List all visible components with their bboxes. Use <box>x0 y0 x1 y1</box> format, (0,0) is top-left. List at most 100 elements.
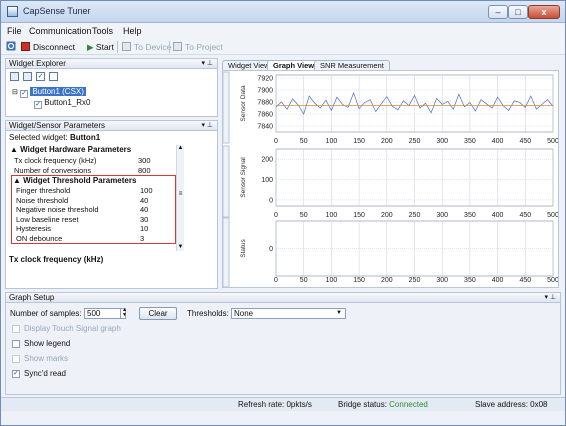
pin-icon[interactable]: ▾ ⊥ <box>201 59 213 68</box>
bridge-status-label: Bridge status: <box>338 400 387 409</box>
window-title: CapSense Tuner <box>23 6 91 16</box>
scroll-down-icon[interactable]: ▼ <box>177 244 184 250</box>
syncd-read-checkbox[interactable]: ✓ <box>12 370 20 378</box>
chart-side-strip[interactable] <box>222 145 230 218</box>
graph-setup-title: Graph Setup <box>9 293 55 302</box>
pin-icon[interactable]: ▾ ⊥ <box>544 293 556 302</box>
y-tick-label: 7900 <box>257 88 273 95</box>
display-touch-checkbox[interactable] <box>12 325 20 333</box>
toolbar-separator <box>117 41 118 53</box>
maximize-button[interactable]: □ <box>508 5 528 19</box>
menu-tools[interactable]: Tools <box>92 26 113 36</box>
x-tick-label: 150 <box>353 277 365 284</box>
property-value[interactable]: 40 <box>140 196 148 206</box>
property-row[interactable]: Noise threshold 40 <box>12 196 175 206</box>
property-grid-scrollbar[interactable]: ▲ ≡ ▼ <box>176 145 184 251</box>
chart-side-strip[interactable] <box>222 71 230 144</box>
uncheck-all-icon[interactable] <box>49 72 58 81</box>
to-project-button[interactable]: To Project <box>173 41 223 53</box>
chart-side-strip[interactable] <box>222 217 230 288</box>
widget-explorer-header: Widget Explorer ▾ ⊥ <box>5 58 218 69</box>
widget-explorer-panel: ✓ ⊟ ✓ Button1 (CSX) ✓ Button1_Rx0 <box>5 69 218 117</box>
expand-all-icon[interactable] <box>10 72 19 81</box>
chart-1: 0 50 100 150 200 250 300 350 400 450 500 0 100 200 Sen… <box>222 145 559 219</box>
show-marks-label: Show marks <box>24 354 69 363</box>
start-button[interactable]: ▶ Start <box>87 41 114 53</box>
display-touch-label: Display Touch Signal graph <box>24 324 121 333</box>
property-row[interactable]: Hysteresis 10 <box>12 224 175 234</box>
property-row[interactable]: Low baseline reset 30 <box>12 215 175 225</box>
show-marks-checkbox[interactable] <box>12 355 20 363</box>
to-device-button[interactable]: To Device <box>122 41 171 53</box>
x-tick-label: 0 <box>274 138 278 145</box>
x-tick-label: 0 <box>274 277 278 284</box>
thresholds-select[interactable]: None ▼ <box>231 308 346 319</box>
property-row[interactable]: Finger threshold 100 <box>12 186 175 196</box>
pin-icon[interactable]: ▾ ⊥ <box>201 121 213 130</box>
property-value[interactable]: 3 <box>140 234 144 244</box>
property-row[interactable]: Tx clock frequency (kHz) 300 <box>10 156 176 166</box>
menu-communication[interactable]: Communication <box>29 26 92 36</box>
property-name: Tx clock frequency (kHz) <box>14 156 97 165</box>
x-tick-label: 300 <box>436 212 448 219</box>
selected-widget-label: Selected widget: <box>9 133 68 142</box>
close-button[interactable]: x <box>528 5 560 19</box>
property-value[interactable]: 10 <box>140 224 148 234</box>
tree-item-button1[interactable]: ⊟ ✓ Button1 (CSX) <box>12 87 86 98</box>
x-tick-label: 200 <box>381 212 393 219</box>
thr-group-header[interactable]: ▲ Widget Threshold Parameters <box>12 176 175 186</box>
tab-snr-measurement[interactable]: SNR Measurement <box>314 60 390 70</box>
tree-checkbox[interactable]: ✓ <box>34 101 42 109</box>
property-value[interactable]: 30 <box>140 215 148 225</box>
property-row[interactable]: Negative noise threshold 40 <box>12 205 175 215</box>
scroll-up-icon[interactable]: ▲ <box>177 145 184 151</box>
x-tick-label: 100 <box>326 277 338 284</box>
thr-rows: Finger threshold 100 Noise threshold 40 Nega… <box>12 186 175 243</box>
tree-collapse-icon[interactable]: ⊟ <box>12 89 18 96</box>
tree-item-button1-rx0[interactable]: ✓ Button1_Rx0 <box>34 98 91 109</box>
x-tick-label: 50 <box>300 212 308 219</box>
graph-view-panel: 0 50 100 150 200 250 300 350 400 450 500 7840 7860 78… <box>222 70 559 288</box>
property-value[interactable]: 100 <box>140 186 153 196</box>
clear-button[interactable]: Clear <box>139 307 177 320</box>
refresh-icon[interactable] <box>6 41 16 53</box>
stop-icon <box>21 42 30 51</box>
property-name: Low baseline reset <box>16 214 79 224</box>
tab-graph-view[interactable]: Graph View <box>267 60 321 70</box>
menu-file[interactable]: File <box>7 26 22 36</box>
samples-label: Number of samples: <box>10 309 82 318</box>
property-value[interactable]: 40 <box>140 205 148 215</box>
x-tick-label: 500 <box>547 138 558 145</box>
x-tick-label: 100 <box>326 138 338 145</box>
x-tick-label: 0 <box>274 212 278 219</box>
property-value[interactable]: 300 <box>138 156 151 166</box>
menu-help[interactable]: Help <box>123 26 142 36</box>
property-name: Noise threshold <box>16 195 69 205</box>
y-axis-label: Sensor Data <box>240 85 247 122</box>
x-tick-label: 100 <box>326 212 338 219</box>
refresh-rate: Refresh rate: 0pkts/s <box>238 400 312 409</box>
scroll-thumb[interactable]: ≡ <box>177 191 184 197</box>
widget-explorer-title: Widget Explorer <box>9 59 66 68</box>
property-value[interactable]: 800 <box>138 166 151 176</box>
chart-0: 0 50 100 150 200 250 300 350 400 450 500 7840 7860 78… <box>222 71 559 145</box>
property-row[interactable]: ON debounce 3 <box>12 234 175 244</box>
x-tick-label: 150 <box>353 138 365 145</box>
samples-spinner-icon[interactable]: ▲ ▼ <box>120 308 128 319</box>
params-title: Widget/Sensor Parameters <box>9 121 106 130</box>
show-legend-checkbox[interactable] <box>12 340 20 348</box>
x-tick-label: 150 <box>353 212 365 219</box>
x-tick-label: 250 <box>409 277 421 284</box>
slave-address-value: 0x08 <box>530 400 548 409</box>
hw-group-header[interactable]: ▲ Widget Hardware Parameters <box>10 145 176 156</box>
tree-checkbox[interactable]: ✓ <box>20 90 29 98</box>
property-grid[interactable]: ▲ Widget Hardware Parameters Tx clock fr… <box>10 145 176 251</box>
x-tick-label: 500 <box>547 212 558 219</box>
collapse-all-icon[interactable] <box>23 72 32 81</box>
x-tick-label: 300 <box>436 277 448 284</box>
check-all-icon[interactable]: ✓ <box>36 72 45 81</box>
minimize-button[interactable]: – <box>488 5 508 19</box>
disconnect-button[interactable]: Disconnect <box>21 41 75 53</box>
property-row[interactable]: Number of conversions 800 <box>10 166 176 176</box>
x-tick-label: 350 <box>464 277 476 284</box>
